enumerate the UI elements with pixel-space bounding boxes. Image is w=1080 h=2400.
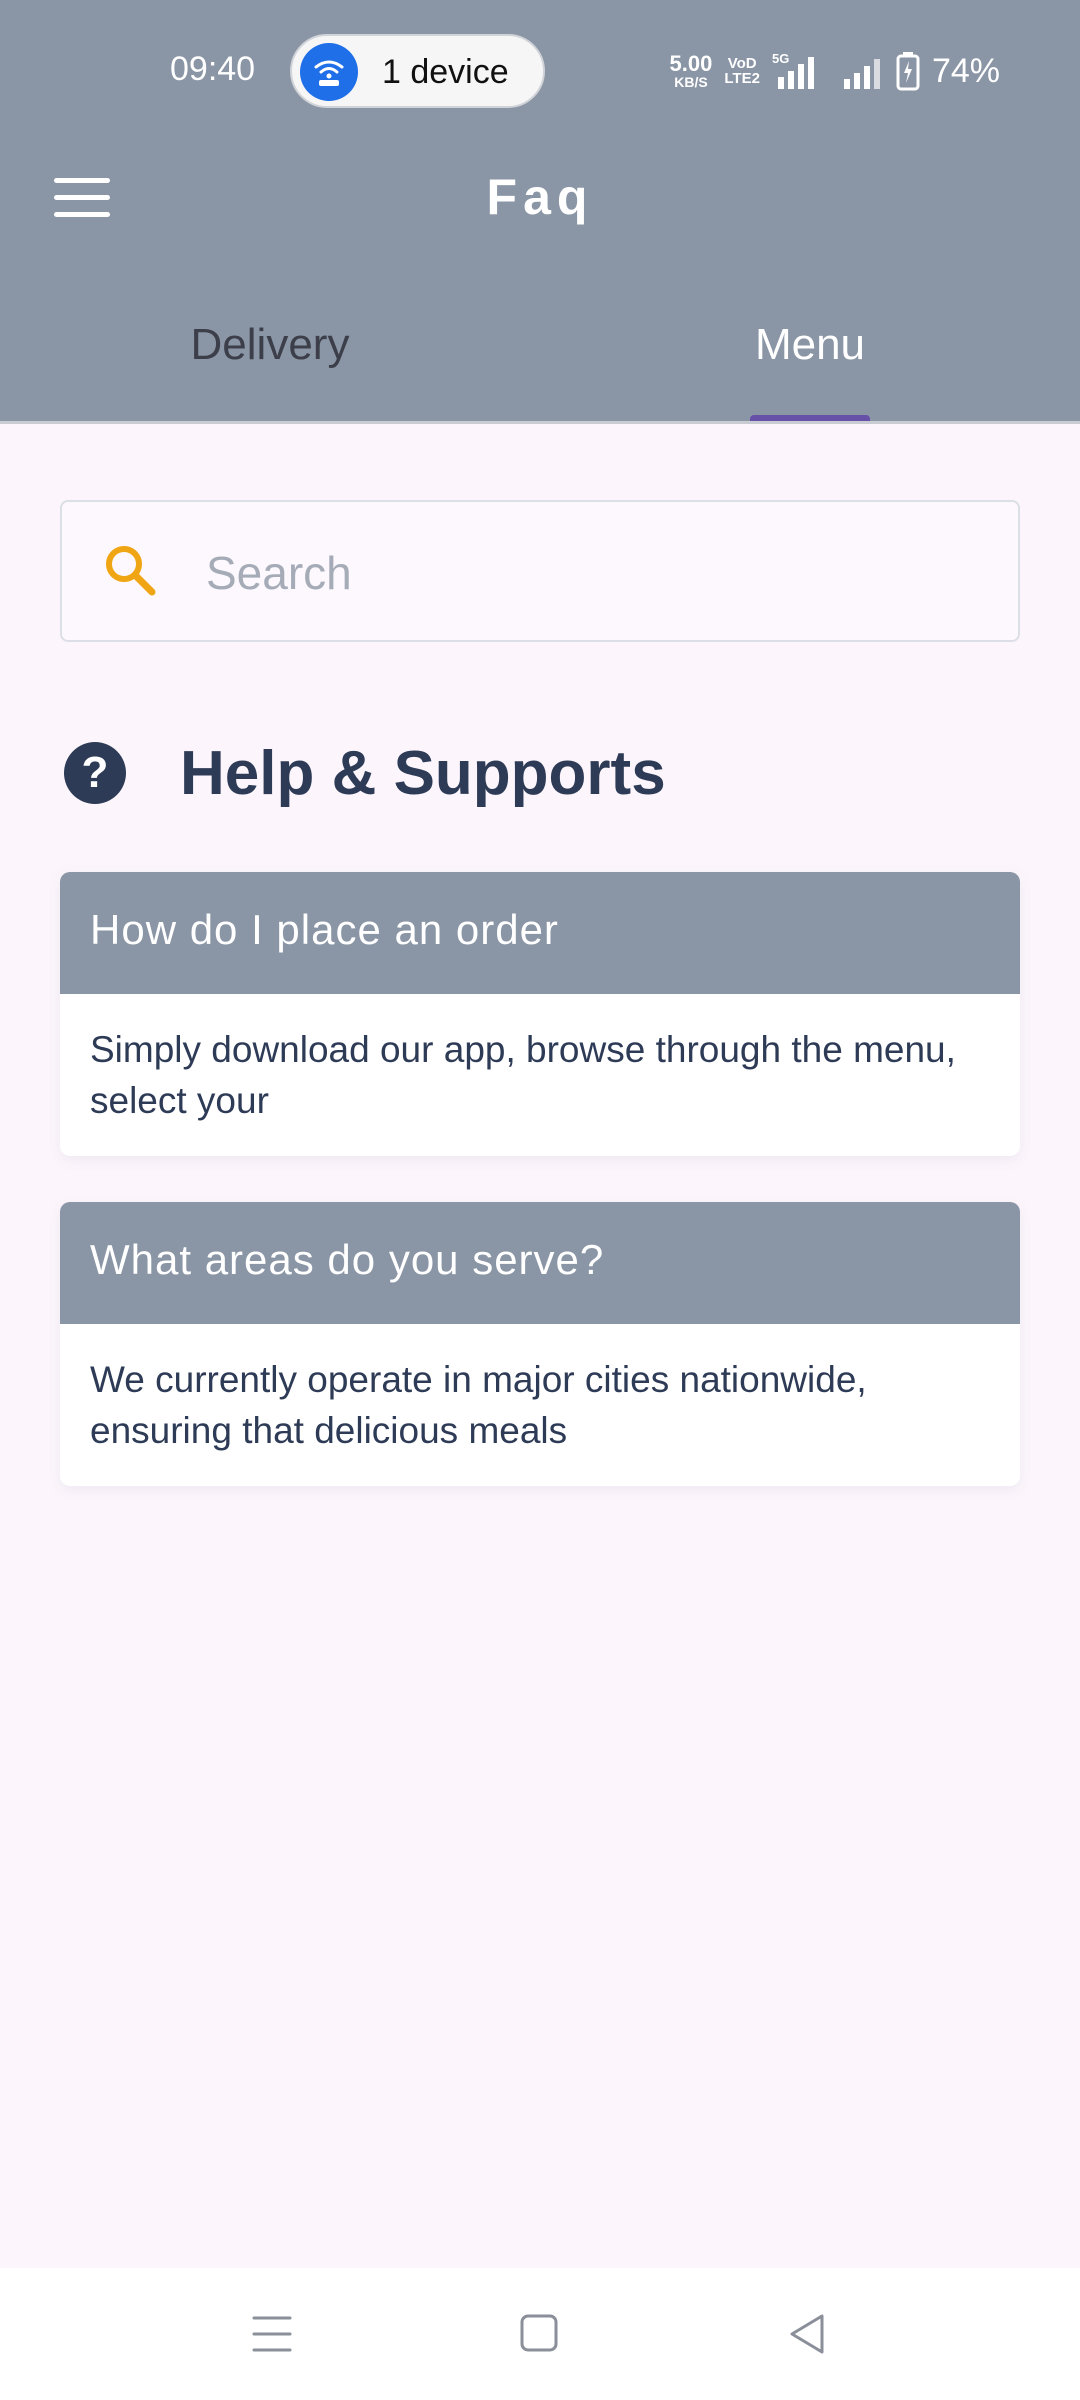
net-speed: 5.00 KB/S (669, 51, 713, 90)
tab-delivery[interactable]: Delivery (0, 320, 540, 370)
hotspot-label: 1 device (382, 53, 509, 91)
faq-question[interactable]: How do I place an order (60, 872, 1020, 994)
app-header: 09:40 1 device 5.00 KB/S VoD LTE2 5G 74%… (0, 0, 1080, 424)
svg-text:5G: 5G (772, 51, 789, 66)
tab-menu[interactable]: Menu (540, 320, 1080, 370)
signal-5g-icon: 5G (772, 51, 814, 89)
status-icons: 5.00 KB/S VoD LTE2 5G 74% (670, 46, 1000, 96)
back-triangle-icon (790, 2314, 824, 2354)
volte-indicator: VoD LTE2 (724, 56, 760, 86)
search-input[interactable] (204, 532, 988, 614)
battery-icon (896, 52, 920, 91)
header-divider (0, 421, 1080, 424)
search-icon (106, 546, 156, 596)
home-square-icon (520, 2314, 558, 2352)
battery-percent: 74% (931, 51, 1000, 90)
volte-bottom: LTE2 (724, 70, 760, 87)
recent-apps-button[interactable] (212, 2268, 332, 2400)
back-button[interactable] (748, 2268, 868, 2400)
net-speed-unit: KB/S (674, 74, 708, 90)
home-button[interactable] (480, 2268, 600, 2400)
page-title: Faq (486, 169, 594, 225)
search-box[interactable] (60, 500, 1020, 642)
help-title: Help & Supports (180, 739, 666, 808)
hotspot-icon (300, 43, 358, 101)
faq-question[interactable]: What areas do you serve? (60, 1202, 1020, 1324)
signal-icon (843, 59, 880, 89)
faq-answer: Simply download our app, browse through … (90, 1029, 956, 1121)
faq-card[interactable]: What areas do you serve? We currently op… (60, 1202, 1020, 1486)
hotspot-pill[interactable]: 1 device (290, 34, 545, 108)
net-speed-value: 5.00 (669, 51, 713, 76)
volte-top: VoD (727, 55, 757, 72)
status-time: 09:40 (170, 50, 256, 88)
help-question-icon: ? (64, 742, 126, 804)
faq-answer: We currently operate in major cities nat… (90, 1359, 867, 1451)
faq-card[interactable]: How do I place an order Simply download … (60, 872, 1020, 1156)
recent-apps-icon (252, 2316, 292, 2352)
system-nav-bar (0, 2268, 1080, 2400)
